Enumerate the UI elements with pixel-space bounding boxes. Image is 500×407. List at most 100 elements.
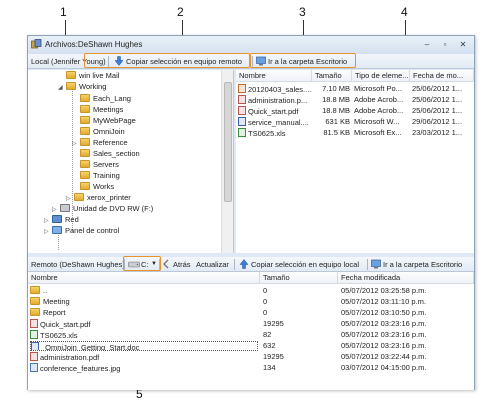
toolbar-divider	[234, 259, 235, 270]
file-date: 05/07/2012 03:23:16 p.m.	[341, 341, 427, 350]
word-file-icon	[238, 117, 246, 126]
app-icon	[31, 39, 42, 49]
file-size: 19295	[263, 319, 284, 328]
tree-item-red[interactable]: ▷ Red	[44, 215, 79, 225]
back-button[interactable]: Atrás	[173, 260, 191, 269]
file-size: 0	[263, 286, 268, 295]
file-date: 25/06/2012 1...	[412, 95, 463, 104]
folder-icon	[80, 127, 90, 135]
tree-item-servers[interactable]: Servers	[80, 160, 119, 170]
callout-1: 1	[60, 5, 67, 19]
tree-scrollbar-thumb[interactable]	[224, 82, 232, 202]
file-date: 05/07/2012 03:23:16 p.m.	[341, 319, 427, 328]
file-size: 632	[263, 341, 276, 350]
tree-item-win-live-mail[interactable]: win live Mail	[66, 71, 119, 81]
remote-file-list: Nombre Tamaño Fecha modificada .. 0 05/0…	[28, 272, 474, 390]
column-header-name[interactable]: Nombre	[28, 272, 260, 284]
collapsed-arrow-icon[interactable]: ▷	[44, 217, 52, 224]
file-date: 03/07/2012 04:15:00 p.m.	[341, 363, 427, 372]
tree-item-sales-section[interactable]: Sales_section	[80, 149, 140, 159]
table-row[interactable]: Meeting	[30, 297, 258, 307]
folder-icon	[80, 138, 90, 146]
arrow-up-icon	[239, 259, 249, 269]
collapsed-arrow-icon[interactable]: ▷	[66, 195, 74, 202]
table-row[interactable]: Report	[30, 308, 258, 318]
folder-icon	[80, 94, 90, 102]
file-date: 05/07/2012 03:11:10 p.m.	[341, 297, 426, 306]
column-header-type[interactable]: Tipo de eleme...	[352, 70, 410, 82]
tree-item-works[interactable]: Works	[80, 182, 114, 192]
file-type: Microsoft Po...	[354, 84, 402, 93]
folder-icon	[80, 149, 90, 157]
tree-item-reference[interactable]: ▷ Reference	[72, 138, 128, 148]
column-header-modified[interactable]: Fecha modificada	[338, 272, 474, 284]
folder-open-icon	[66, 82, 76, 90]
table-row[interactable]: administration.pdf	[30, 352, 258, 362]
file-size: 18.8 MB	[322, 95, 350, 104]
control-panel-icon	[52, 226, 62, 234]
callout-4: 4	[401, 5, 408, 19]
table-row[interactable]: ..	[30, 286, 258, 296]
file-date: 05/07/2012 03:23:16 p.m.	[341, 330, 427, 339]
back-icon	[163, 259, 169, 269]
toolbar-divider	[367, 259, 368, 270]
file-size: 0	[263, 308, 268, 317]
file-date: 25/06/2012 1...	[412, 84, 463, 93]
folder-icon	[80, 171, 90, 179]
word-file-icon	[31, 342, 39, 350]
local-folder-tree: win live Mail ◢ Working Each_Lang Meeting…	[28, 70, 234, 253]
highlight-copy-remote	[84, 53, 250, 68]
tree-item-omnijoin[interactable]: OmniJoin	[80, 127, 125, 137]
goto-desktop-remote-button[interactable]: Ir a la carpeta Escritorio	[383, 260, 462, 269]
file-date: 29/06/2012 1...	[412, 117, 463, 126]
image-file-icon	[30, 363, 38, 372]
tree-item-meetings[interactable]: Meetings	[80, 105, 123, 115]
minimize-button[interactable]: –	[420, 39, 434, 50]
column-header-size[interactable]: Tamaño	[312, 70, 352, 82]
file-transfer-window: Archivos:DeShawn Hughes – ▫ ✕ Local (Jen…	[27, 35, 475, 390]
column-header-date[interactable]: Fecha de mo...	[410, 70, 474, 82]
folder-icon	[30, 308, 40, 316]
collapsed-arrow-icon[interactable]: ▷	[52, 206, 60, 213]
tree-item-xerox-printer[interactable]: ▷ xerox_printer	[66, 193, 131, 203]
file-size: 19295	[263, 352, 284, 361]
file-type: Microsoft W...	[354, 117, 400, 126]
table-row[interactable]: service_manual....	[238, 117, 312, 127]
column-header-size[interactable]: Tamaño	[260, 272, 338, 284]
tree-item-control-panel[interactable]: ▷ Panel de control	[44, 226, 119, 236]
tree-item-training[interactable]: Training	[80, 171, 120, 181]
copy-to-local-button[interactable]: Copiar selección en equipo local	[251, 260, 359, 269]
table-row-selected[interactable]: _OmniJoin_Getting_Start.doc	[30, 341, 258, 351]
tree-item-dvd-drive[interactable]: ▷ Unidad de DVD RW (F:)	[52, 204, 153, 214]
file-date: 05/07/2012 03:25:58 p.m.	[341, 286, 427, 295]
tree-item-working[interactable]: ◢ Working	[58, 82, 106, 92]
column-header-name[interactable]: Nombre	[236, 70, 312, 82]
file-date: 05/07/2012 03:22:44 p.m.	[341, 352, 427, 361]
folder-icon	[74, 193, 84, 201]
table-row[interactable]: Quick_start.pdf	[238, 106, 312, 116]
refresh-button[interactable]: Actualizar	[196, 260, 229, 269]
tree-item-each-lang[interactable]: Each_Lang	[80, 94, 131, 104]
expanded-arrow-icon[interactable]: ◢	[58, 84, 66, 91]
collapsed-arrow-icon[interactable]: ▷	[72, 140, 80, 147]
table-row[interactable]: TS0625.xls	[30, 330, 258, 340]
file-type: Adobe Acrob...	[354, 95, 404, 104]
table-row[interactable]: Quick_start.pdf	[30, 319, 258, 329]
table-row[interactable]: administration.p...	[238, 95, 312, 105]
file-size: 82	[263, 330, 272, 339]
collapsed-arrow-icon[interactable]: ▷	[44, 228, 52, 235]
folder-icon	[80, 116, 90, 124]
maximize-button[interactable]: ▫	[438, 39, 452, 50]
table-row[interactable]: TS0625.xls	[238, 128, 312, 138]
tree-scrollbar[interactable]	[221, 70, 233, 253]
table-row[interactable]: 20120403_sales....	[238, 84, 312, 94]
close-button[interactable]: ✕	[456, 39, 470, 50]
table-row[interactable]: conference_features.jpg	[30, 363, 258, 373]
file-date: 23/03/2012 1...	[412, 128, 463, 137]
remote-location-label: Remoto (DeShawn Hughes)	[31, 260, 125, 269]
folder-icon	[80, 105, 90, 113]
folder-icon	[80, 160, 90, 168]
tree-item-mywebpage[interactable]: MyWebPage	[80, 116, 136, 126]
pdf-file-icon	[238, 95, 246, 104]
pdf-file-icon	[30, 352, 38, 361]
